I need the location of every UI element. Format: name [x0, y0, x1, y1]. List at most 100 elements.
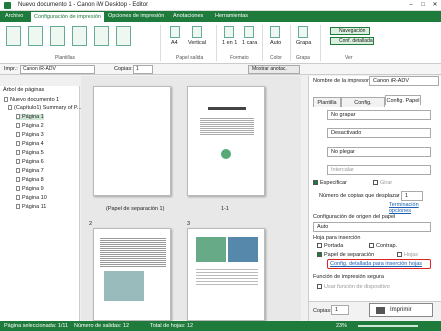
maximize-button[interactable]: □ [417, 1, 429, 10]
page-icon [16, 204, 20, 210]
template-icon-1[interactable] [6, 26, 21, 46]
tree-label: Página 8 [22, 177, 44, 183]
template-icon-2[interactable] [28, 26, 43, 46]
print-button[interactable]: Imprimir [369, 303, 433, 317]
separator [160, 25, 161, 61]
tab-config-papel[interactable]: Config. Papel [385, 95, 421, 105]
tab-config-impresion[interactable]: Config. impresión [341, 97, 385, 116]
tree-label: (Capítulo1) Summary of P... [14, 105, 82, 111]
group-ver: Ver [345, 55, 353, 61]
page-icon [16, 168, 20, 174]
thumbnail-text [200, 117, 254, 135]
template-icon-4[interactable] [72, 26, 87, 46]
zoom-slider[interactable] [358, 325, 418, 327]
page-thumbnail[interactable] [187, 228, 265, 321]
separator-sheet-checkbox[interactable]: Papel de separación [317, 252, 374, 258]
tree-page[interactable]: Página 4 [16, 141, 44, 147]
status-bar: Página seleccionada: 1/11 Número de sali… [0, 321, 441, 331]
tree-page[interactable]: Página 9 [16, 186, 44, 192]
copies-value: 1 [136, 66, 139, 72]
orientation-icon[interactable] [192, 26, 202, 38]
menu-archivo[interactable]: Archivo [2, 11, 26, 22]
collate-select[interactable]: Intercalar [327, 165, 431, 175]
template-icon-6[interactable] [116, 26, 131, 46]
menu-opciones-impresion[interactable]: Opciones de impresión [105, 11, 167, 22]
tree-page[interactable]: Página 2 [16, 123, 44, 129]
page-icon [16, 114, 20, 120]
nav-view-button[interactable]: Navegación [330, 27, 370, 35]
page-workspace[interactable]: (Papel de separación 1) 1-1 2 3 [81, 76, 301, 321]
template-icon-3[interactable] [50, 26, 65, 46]
copies-shift-input[interactable]: 1 [401, 191, 423, 201]
rotate-checkbox[interactable]: Girar [373, 180, 392, 186]
printer-select[interactable]: Canon iR-ADV [20, 65, 95, 74]
cover-checkbox[interactable]: Portada [317, 243, 343, 249]
separator [290, 25, 291, 61]
printer-name-label: Nombre de la impresora: [313, 78, 374, 84]
checkbox-label: Especificar [320, 180, 347, 186]
template-icon-5[interactable] [94, 26, 109, 46]
tree-label: Página 5 [22, 150, 44, 156]
paper-source-label: Configuración de origen del papel [313, 214, 396, 220]
tree-root[interactable]: Nuevo documento 1 [4, 97, 59, 103]
orientation-label: Vertical [188, 40, 207, 46]
tree-page[interactable]: Página 8 [16, 177, 44, 183]
punch-select[interactable]: Desactivado [327, 128, 431, 138]
copies-bottom-value: 1 [335, 307, 339, 313]
staple-icon[interactable] [298, 26, 308, 38]
tab-plantilla[interactable]: Plantilla [313, 97, 341, 107]
punch-value: Desactivado [331, 130, 362, 136]
tree-chapter[interactable]: (Capítulo1) Summary of P... [8, 105, 81, 111]
printer-value: Canon iR-ADV [23, 66, 56, 72]
tree-page[interactable]: Página 6 [16, 159, 44, 165]
tree-label: Página 11 [22, 204, 47, 210]
format-label: 1 en 1 [222, 40, 238, 46]
tree-label: Página 6 [22, 159, 44, 165]
group-color: Color [270, 55, 282, 61]
thumbnail-table [196, 267, 258, 287]
show-annotations-button[interactable]: Mostrar anotac. [248, 65, 300, 74]
title-bar: Nuevo documento 1 - Canon iW Desktop - E… [0, 0, 441, 11]
minimize-button[interactable]: – [405, 1, 417, 10]
format-icon[interactable] [224, 26, 234, 38]
layout-icon[interactable] [244, 26, 254, 38]
copies-input[interactable]: 1 [133, 65, 153, 74]
paper-icon[interactable] [170, 26, 180, 38]
paper-source-select[interactable]: Auto [313, 222, 431, 232]
menu-herramientas[interactable]: Herramientas [212, 11, 251, 22]
page-thumbnail[interactable] [93, 86, 171, 196]
close-button[interactable]: ✕ [429, 1, 441, 10]
tree-label: Página 4 [22, 141, 44, 147]
secure-print-checkbox[interactable]: Usar función de dispositivo [317, 284, 390, 290]
sheets-checkbox[interactable]: Hojas [397, 252, 418, 258]
thumbnail-logo [221, 149, 231, 159]
copies-bottom-input[interactable]: 1 [331, 305, 349, 315]
tree-page[interactable]: Página 7 [16, 168, 44, 174]
tree-page[interactable]: Página 3 [16, 132, 44, 138]
menu-anotaciones[interactable]: Anotaciones [170, 11, 206, 22]
back-cover-checkbox[interactable]: Contrap. [369, 243, 397, 249]
tree-page[interactable]: Página 1 [16, 114, 44, 120]
page-thumbnail[interactable] [187, 86, 265, 196]
staple-value: No grapar [331, 112, 356, 118]
copies-label: Copias: [114, 66, 133, 72]
page-label: (Papel de separación 1) [106, 206, 165, 212]
specify-checkbox[interactable]: Especificar [313, 180, 347, 186]
insert-detail-label: Config. detallada para inserción hojas [330, 261, 423, 267]
tree-page[interactable]: Página 11 [16, 204, 46, 210]
page-thumbnail[interactable] [93, 228, 171, 321]
page-label: 3 [187, 221, 191, 227]
menu-config-impresion[interactable]: Configuración de impresión [30, 11, 105, 22]
printer-select[interactable]: Canon iR-ADV [369, 76, 439, 86]
insert-detail-settings-button[interactable]: Config. detallada para inserción hojas [327, 259, 431, 269]
page-icon [16, 195, 20, 201]
tree-page[interactable]: Página 5 [16, 150, 44, 156]
detail-view-button[interactable]: Conf. detallada [330, 37, 374, 45]
tree-page[interactable]: Página 10 [16, 195, 47, 201]
fold-select[interactable]: No plegar [327, 147, 431, 157]
finish-options-link[interactable]: Terminación opciones [389, 202, 441, 214]
thumbnail-photo [104, 271, 144, 301]
staple-select[interactable]: No grapar [327, 110, 431, 120]
color-icon[interactable] [270, 26, 280, 38]
ribbon: Plantillas A4 Vertical Papel salida 1 en… [0, 22, 441, 64]
